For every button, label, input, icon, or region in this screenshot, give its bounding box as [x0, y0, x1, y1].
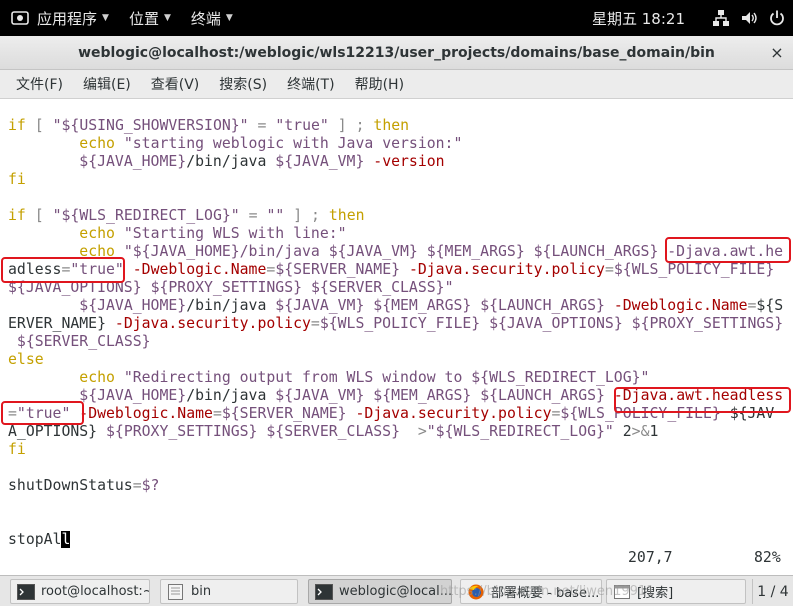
text-cursor: l — [61, 531, 71, 548]
taskbar: root@localhost:~ bin weblogic@local... 部… — [0, 575, 793, 606]
task-bin-folder[interactable]: bin — [160, 579, 298, 604]
chevron-down-icon: ▼ — [102, 13, 109, 23]
clock[interactable]: 星期五 18:21 — [588, 0, 689, 36]
terminal-line: ${JAVA_OPTIONS} ${PROXY_SETTINGS} ${SERV… — [8, 279, 454, 296]
terminal-line: ${JAVA_HOME}/bin/java ${JAVA_VM} ${MEM_A… — [79, 297, 784, 314]
terminal-app-menu[interactable]: 终端 ▼ — [181, 0, 243, 36]
task-label: [搜索] — [637, 586, 674, 601]
menu-file[interactable]: 文件(F) — [6, 74, 73, 94]
applications-icon — [11, 11, 29, 25]
terminal-line: fi — [8, 171, 26, 188]
folder-icon — [168, 583, 183, 600]
power-icon — [770, 10, 784, 26]
window-titlebar[interactable]: weblogic@localhost:/weblogic/wls12213/us… — [0, 36, 793, 70]
menu-search[interactable]: 搜索(S) — [209, 74, 277, 94]
menu-bar: 文件(F) 编辑(E) 查看(V) 搜索(S) 终端(T) 帮助(H) — [0, 70, 793, 99]
terminal-line: echo "Redirecting output from WLS window… — [79, 369, 650, 386]
network-icon — [713, 10, 729, 26]
menu-edit[interactable]: 编辑(E) — [73, 74, 141, 94]
system-tray[interactable] — [712, 0, 786, 36]
terminal-line: if [ "${USING_SHOWVERSION}" = "true" ] ;… — [8, 117, 410, 134]
task-search[interactable]: [搜索] — [606, 579, 746, 604]
annotation-box — [614, 387, 791, 413]
scroll-percent: 82% — [754, 549, 781, 566]
terminal-line: fi — [8, 441, 26, 458]
task-root-terminal[interactable]: root@localhost:~ — [10, 579, 150, 604]
terminal-line: ${JAVA_HOME}/bin/java ${JAVA_VM} -versio… — [79, 153, 445, 170]
task-label: 部署概要 - base... — [491, 586, 600, 601]
places-menu[interactable]: 位置 ▼ — [119, 0, 181, 36]
task-weblogic-terminal[interactable]: weblogic@local... — [308, 579, 452, 604]
close-icon[interactable]: × — [768, 44, 786, 62]
task-label: root@localhost:~ — [41, 584, 150, 599]
clock-label: 星期五 18:21 — [592, 9, 685, 28]
terminal-view[interactable]: if [ "${USING_SHOWVERSION}" = "true" ] ;… — [0, 99, 793, 575]
terminal-line: else — [8, 351, 44, 368]
chevron-down-icon: ▼ — [163, 13, 171, 23]
gnome-top-bar: 应用程序 ▼ 位置 ▼ 终端 ▼ 星期五 18:21 — [0, 0, 793, 36]
terminal-line: ${SERVER_CLASS} — [16, 333, 151, 350]
task-firefox[interactable]: 部署概要 - base... — [460, 579, 602, 604]
annotation-box — [1, 401, 84, 425]
terminal-line: echo "starting weblogic with Java versio… — [79, 135, 463, 152]
annotation-box — [665, 237, 791, 263]
window-icon — [614, 584, 630, 599]
terminal-line: stopAll — [8, 531, 71, 548]
terminal-icon — [17, 583, 35, 600]
terminal-line: if [ "${WLS_REDIRECT_LOG}" = "" ] ; then — [8, 207, 365, 224]
terminal-app-label: 终端 — [190, 9, 221, 28]
terminal-text: if [ "${USING_SHOWVERSION}" = "true" ] ;… — [8, 117, 783, 549]
terminal-icon — [315, 583, 333, 600]
menu-terminal[interactable]: 终端(T) — [277, 74, 344, 94]
applications-menu[interactable]: 应用程序 ▼ — [0, 0, 119, 36]
menu-view[interactable]: 查看(V) — [141, 74, 210, 94]
task-label: bin — [191, 584, 212, 599]
chevron-down-icon: ▼ — [225, 13, 233, 23]
applications-label: 应用程序 — [37, 9, 98, 28]
menu-help[interactable]: 帮助(H) — [345, 74, 414, 94]
terminal-line: shutDownStatus=$? — [8, 477, 160, 494]
terminal-line: A_OPTIONS} ${PROXY_SETTINGS} ${SERVER_CL… — [8, 423, 659, 440]
terminal-line: ERVER_NAME} -Djava.security.policy=${WLS… — [8, 315, 784, 332]
places-label: 位置 — [128, 9, 159, 28]
volume-icon — [742, 12, 757, 24]
task-label: weblogic@local... — [339, 584, 452, 599]
firefox-icon — [468, 584, 484, 599]
annotation-box — [1, 257, 125, 283]
workspace-pager[interactable]: 1 / 4 — [752, 579, 793, 604]
cursor-position: 207,7 — [628, 549, 673, 566]
window-title: weblogic@localhost:/weblogic/wls12213/us… — [78, 44, 715, 61]
